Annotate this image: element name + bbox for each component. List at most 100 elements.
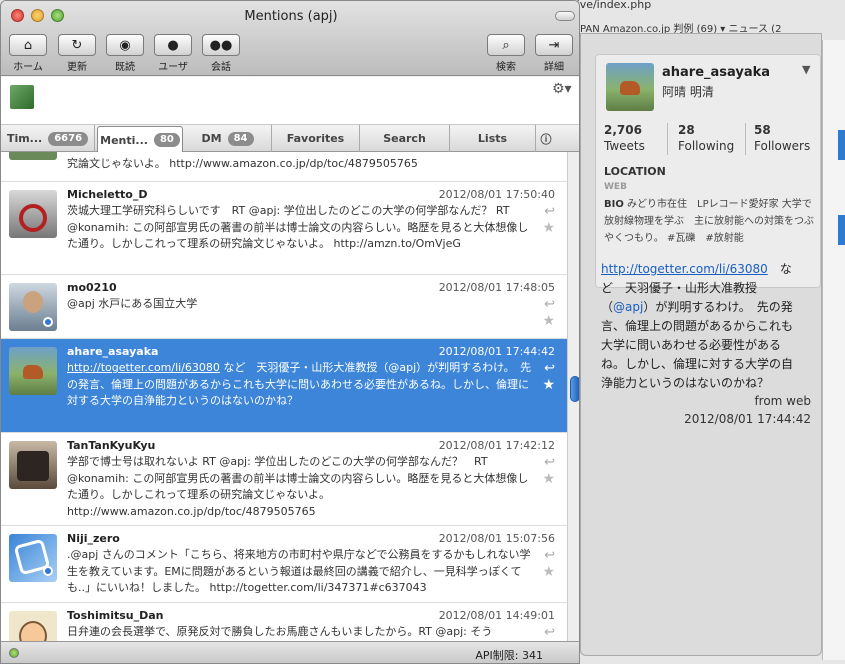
detail-button[interactable]: ⇥ 詳細 xyxy=(535,34,573,73)
star-icon[interactable]: ★ xyxy=(542,377,555,393)
tweet-row[interactable]: mo0210 2012/08/01 17:48:05 @apj 水戸にある国立大… xyxy=(1,275,567,339)
tweet-link[interactable]: http://togetter.com/li/63080 xyxy=(601,262,768,276)
reply-icon[interactable]: ↩ xyxy=(544,361,555,376)
reply-icon[interactable]: ↩ xyxy=(544,548,555,563)
gear-icon[interactable]: ⚙▾ xyxy=(552,81,572,97)
home-label: ホーム xyxy=(13,62,43,73)
tab-search[interactable]: Search xyxy=(360,125,450,152)
tweet-list[interactable]: 究論文じゃないよ。 http://www.amazon.co.jp/dp/toc… xyxy=(1,152,567,641)
user-button[interactable]: ● ユーザ xyxy=(154,34,192,73)
stat-divider xyxy=(745,123,746,155)
star-icon[interactable]: ★ xyxy=(542,152,555,154)
compose-area[interactable]: ⚙▾ xyxy=(1,77,579,125)
tab-label: Favorites xyxy=(286,132,345,145)
vertical-scrollbar[interactable] xyxy=(567,152,579,641)
title-bar[interactable]: Mentions (apj) ⌂ ホーム ↻ 更新 ◉ 既読 ● ユーザ ●● … xyxy=(1,1,579,76)
tweet-date: 2012/08/01 17:44:42 xyxy=(684,412,811,426)
tweet-row[interactable]: Toshimitsu_Dan 2012/08/01 14:49:01 日弁連の会… xyxy=(1,603,567,641)
avatar[interactable] xyxy=(9,534,57,582)
connection-status-icon xyxy=(9,648,19,658)
tweet-source[interactable]: from web xyxy=(754,394,811,408)
stat-divider xyxy=(667,123,668,155)
conversation-button[interactable]: ●● 会話 xyxy=(202,34,240,73)
info-icon[interactable]: ⓘ xyxy=(536,125,556,152)
selected-tweet-text: http://togetter.com/li/63080 など 天羽優子・山形大… xyxy=(601,260,797,393)
tweet-link[interactable]: http://togetter.com/li/63080 xyxy=(67,361,220,374)
tweet-text: .@apj さんのコメント「こちら、将来地方の市町村や県庁などで公務員をするかも… xyxy=(67,548,531,594)
reply-icon[interactable]: ↩ xyxy=(544,297,555,312)
refresh-button[interactable]: ↻ 更新 xyxy=(58,34,96,73)
following-label: Following xyxy=(678,139,735,153)
browser-page-accent xyxy=(838,215,845,245)
tab-timeline[interactable]: Tim... 6676 xyxy=(1,125,95,152)
profile-avatar[interactable] xyxy=(606,63,654,111)
tab-mentions[interactable]: Menti... 80 xyxy=(97,126,183,153)
tweet-username[interactable]: ahare_asayaka xyxy=(67,345,158,358)
tweet-date: 2012/08/01 17:44:42 xyxy=(438,345,555,358)
tweets-stat[interactable]: 2,706 Tweets xyxy=(604,123,645,159)
tab-label: Tim... xyxy=(6,132,43,145)
reply-icon[interactable]: ↩ xyxy=(544,455,555,470)
tweet-text: @apj 水戸にある国立大学 xyxy=(67,297,198,310)
tweet-row[interactable]: TanTanKyuKyu 2012/08/01 17:42:12 学部で博士号は… xyxy=(1,433,567,526)
search-button[interactable]: ⌕ 検索 xyxy=(487,34,525,73)
mark-read-button[interactable]: ◉ 既読 xyxy=(106,34,144,73)
tab-favorites[interactable]: Favorites xyxy=(272,125,360,152)
window-title: Mentions (apj) xyxy=(244,9,338,24)
avatar[interactable] xyxy=(9,152,57,160)
scrollbar-thumb[interactable] xyxy=(570,376,579,402)
tweet-username[interactable]: mo0210 xyxy=(67,281,117,294)
profile-menu-icon[interactable]: ▼ xyxy=(802,63,814,76)
browser-bookmarks-bar[interactable]: PAN Amazon.co.jp 判例 (69) ▾ ニュース (2 xyxy=(580,20,845,34)
tweet-row[interactable]: Niji_zero 2012/08/01 15:07:56 .@apj さんのコ… xyxy=(1,526,567,603)
reply-icon[interactable]: ↩ xyxy=(544,204,555,219)
drawer-icon: ⇥ xyxy=(548,37,560,53)
api-limit: API制限: 341 xyxy=(475,649,543,662)
home-button[interactable]: ⌂ ホーム xyxy=(9,34,47,73)
star-icon[interactable]: ★ xyxy=(542,471,555,487)
following-stat[interactable]: 28 Following xyxy=(678,123,734,159)
avatar[interactable] xyxy=(9,611,57,641)
browser-page-accent xyxy=(838,130,845,160)
star-icon[interactable]: ★ xyxy=(542,313,555,329)
tweet-username[interactable]: Toshimitsu_Dan xyxy=(67,609,164,622)
tweet-date: 2012/08/01 17:50:40 xyxy=(438,188,555,201)
avatar[interactable] xyxy=(9,283,57,331)
tweet-mention[interactable]: @apj xyxy=(613,300,643,314)
profile-bio: BIO みどり市在住 LPレコード愛好家 大学で放射線物理を学ぶ 主に放射能への… xyxy=(604,196,818,247)
tweets-count: 2,706 xyxy=(604,123,642,137)
tweet-text: 日弁連の会長選挙で、原発反対で勝負したお馬鹿さんもいましたから。RT @apj:… xyxy=(67,625,493,638)
tweet-row-selected[interactable]: ahare_asayaka 2012/08/01 17:44:42 http:/… xyxy=(1,339,567,433)
avatar[interactable] xyxy=(9,190,57,238)
tweet-row[interactable]: Micheletto_D 2012/08/01 17:50:40 茨城大理工学研… xyxy=(1,182,567,275)
tweet-date: 2012/08/01 15:07:56 xyxy=(438,532,555,545)
speech-bubble-icon: ● xyxy=(167,37,179,53)
tab-lists[interactable]: Lists xyxy=(450,125,536,152)
tweet-row[interactable]: 究論文じゃないよ。 http://www.amazon.co.jp/dp/toc… xyxy=(1,152,567,182)
tweet-username[interactable]: Micheletto_D xyxy=(67,188,147,201)
avatar[interactable] xyxy=(9,441,57,489)
search-label: 検索 xyxy=(496,62,516,73)
refresh-label: 更新 xyxy=(67,62,87,73)
tweet-username[interactable]: TanTanKyuKyu xyxy=(67,439,155,452)
tab-dm[interactable]: DM 84 xyxy=(184,125,272,152)
reply-icon[interactable]: ↩ xyxy=(544,625,555,640)
user-detail-panel: ahare_asayaka 阿晴 明清 ▼ 2,706 Tweets 28 Fo… xyxy=(580,33,822,656)
tweets-label: Tweets xyxy=(604,139,645,153)
mark-read-label: 既読 xyxy=(115,62,135,73)
tweet-text: 学部で博士号は取れないよ RT @apj: 学位出したのどこの大学の何学部なんだ… xyxy=(67,455,529,518)
tweet-date: 2012/08/01 14:49:01 xyxy=(438,609,555,622)
account-avatar[interactable] xyxy=(10,85,34,109)
star-icon[interactable]: ★ xyxy=(542,564,555,580)
tab-label: Menti... xyxy=(100,133,148,147)
followers-stat[interactable]: 58 Followers xyxy=(754,123,810,159)
tweet-username[interactable]: Niji_zero xyxy=(67,532,120,545)
tab-label: Lists xyxy=(477,132,508,145)
user-label: ユーザ xyxy=(158,62,188,73)
toolbar-toggle-button[interactable] xyxy=(555,11,575,21)
target-icon: ◉ xyxy=(119,37,131,53)
refresh-icon: ↻ xyxy=(71,37,83,53)
star-icon[interactable]: ★ xyxy=(542,220,555,236)
avatar[interactable] xyxy=(9,347,57,395)
status-bar: API制限: 341 xyxy=(1,641,579,663)
